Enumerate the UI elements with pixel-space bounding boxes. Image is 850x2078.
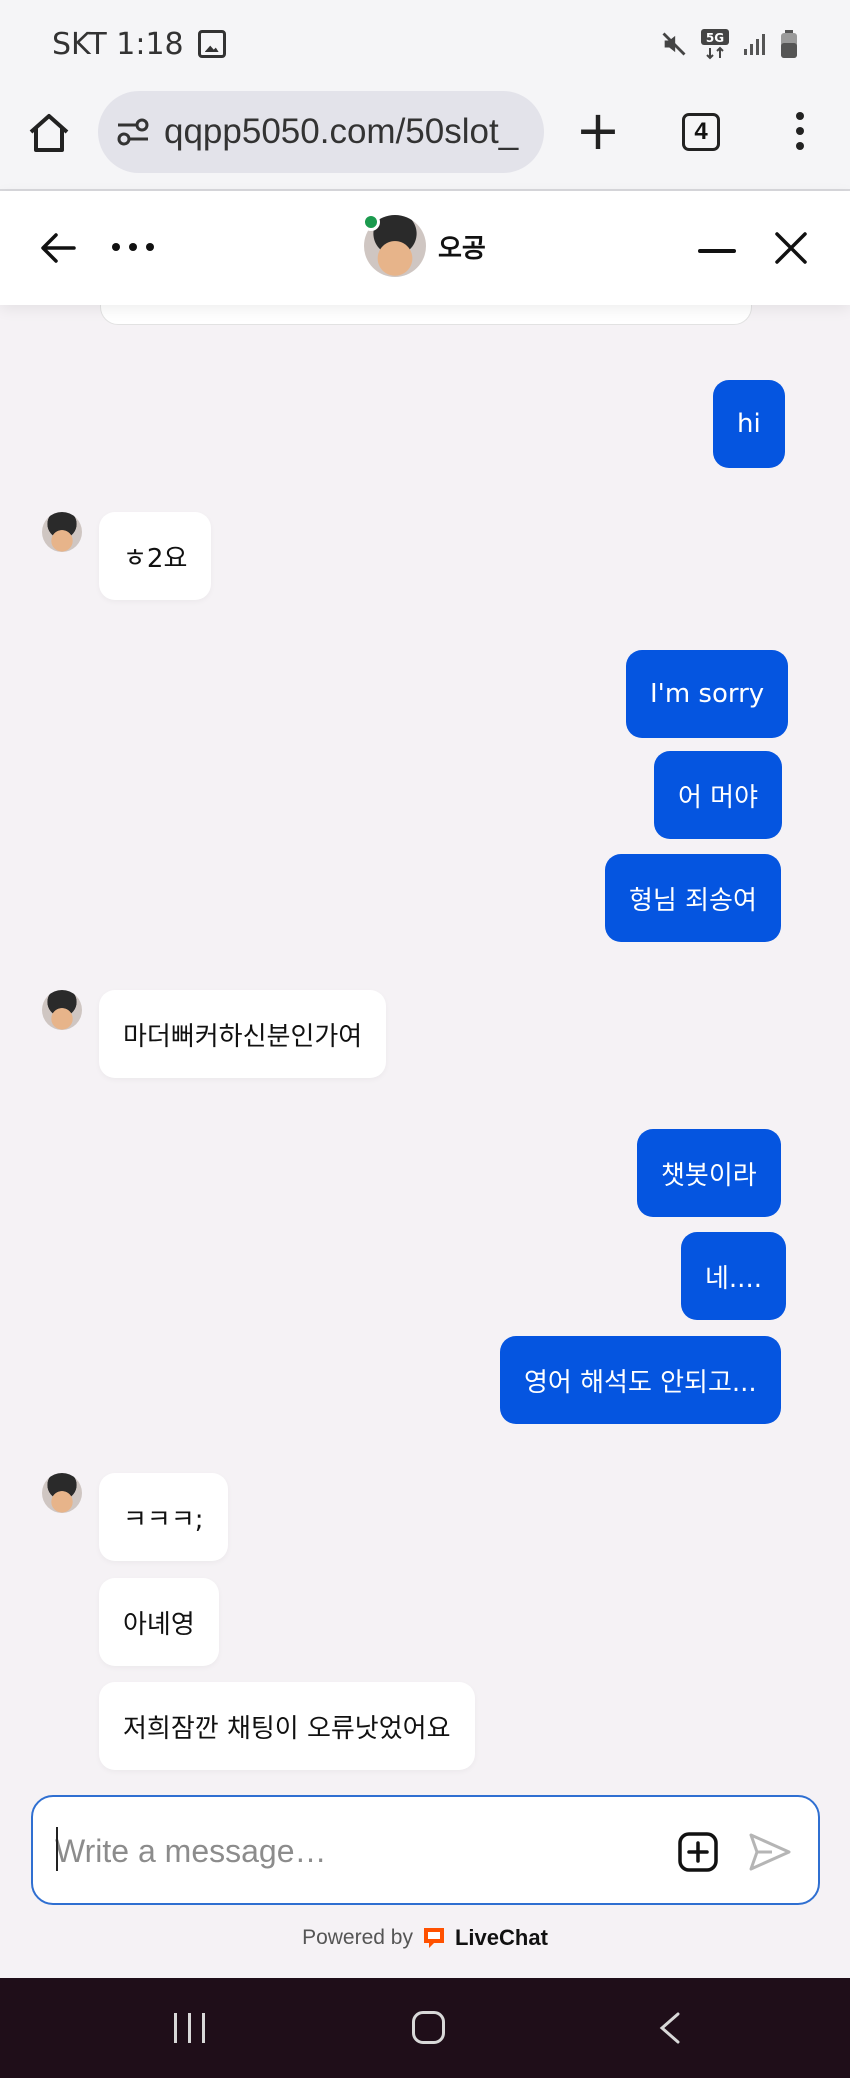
agent-avatar-small [42, 1473, 82, 1513]
outgoing-message: I'm sorry [626, 650, 789, 738]
livechat-logo-icon [423, 1928, 444, 1948]
carrier-time: SKT 1:18 [52, 26, 184, 62]
recent-apps-icon[interactable] [174, 2013, 205, 2043]
incoming-message: 저희잠깐 채팅이 오류낫었어요 [99, 1682, 475, 1770]
online-status-icon [362, 213, 380, 231]
mute-icon [662, 32, 686, 56]
back-nav-icon[interactable] [656, 2012, 684, 2044]
agent-avatar-small [42, 512, 82, 552]
minimize-icon[interactable] [698, 249, 736, 253]
status-bar: SKT 1:18 5G [0, 0, 850, 88]
incoming-message: 아녜영 [99, 1578, 219, 1666]
signal-icon [744, 34, 765, 55]
system-navigation-bar [0, 1978, 850, 2078]
url-text: qqpp5050.com/50slot_ [164, 112, 519, 151]
browser-menu-icon[interactable] [790, 112, 810, 158]
site-settings-icon[interactable] [116, 117, 150, 147]
outgoing-message: 네.... [681, 1232, 786, 1320]
add-attachment-icon[interactable] [678, 1832, 718, 1872]
home-icon[interactable] [26, 110, 72, 156]
outgoing-message: 형님 죄송여 [605, 854, 781, 942]
outgoing-message: 어 머야 [654, 751, 783, 839]
outgoing-message: hi [713, 380, 785, 468]
send-icon[interactable] [748, 1832, 792, 1872]
text-caret [56, 1827, 58, 1871]
message-list[interactable]: hi ㅎ2요 I'm sorry 어 머야 형님 죄송여 마더뻐커하신분인가여 … [0, 305, 850, 1795]
agent-avatar [362, 213, 426, 277]
incoming-message: ㅎ2요 [99, 512, 212, 600]
svg-text:5G: 5G [706, 31, 724, 45]
back-arrow-icon[interactable] [40, 231, 76, 265]
tab-switcher-button[interactable]: 4 [682, 113, 720, 151]
5g-icon: 5G [701, 29, 729, 60]
powered-by-label: Powered by [302, 1926, 413, 1949]
gallery-icon [197, 30, 226, 58]
agent-info: 오공 [362, 213, 486, 277]
new-tab-icon[interactable]: + [575, 104, 621, 158]
outgoing-message: 챗봇이라 [637, 1129, 781, 1217]
browser-toolbar: qqpp5050.com/50slot_ + 4 [0, 88, 850, 191]
message-input[interactable] [55, 1827, 655, 1875]
agent-name: 오공 [438, 233, 486, 264]
battery-icon [781, 30, 797, 58]
agent-avatar-small [42, 990, 82, 1030]
livechat-brand[interactable]: LiveChat [455, 1925, 548, 1951]
close-icon[interactable] [773, 230, 809, 266]
powered-by-footer: Powered by LiveChat [0, 1925, 850, 1951]
previous-message-card [100, 305, 752, 325]
incoming-message: ㅋㅋㅋ; [99, 1473, 228, 1561]
chat-header: 오공 [0, 191, 850, 305]
home-nav-icon[interactable] [412, 2011, 445, 2044]
address-bar[interactable]: qqpp5050.com/50slot_ [98, 91, 544, 173]
outgoing-message: 영어 해석도 안되고... [500, 1336, 781, 1424]
more-options-icon[interactable] [112, 243, 154, 251]
message-composer[interactable] [31, 1795, 820, 1905]
incoming-message: 마더뻐커하신분인가여 [99, 990, 387, 1078]
